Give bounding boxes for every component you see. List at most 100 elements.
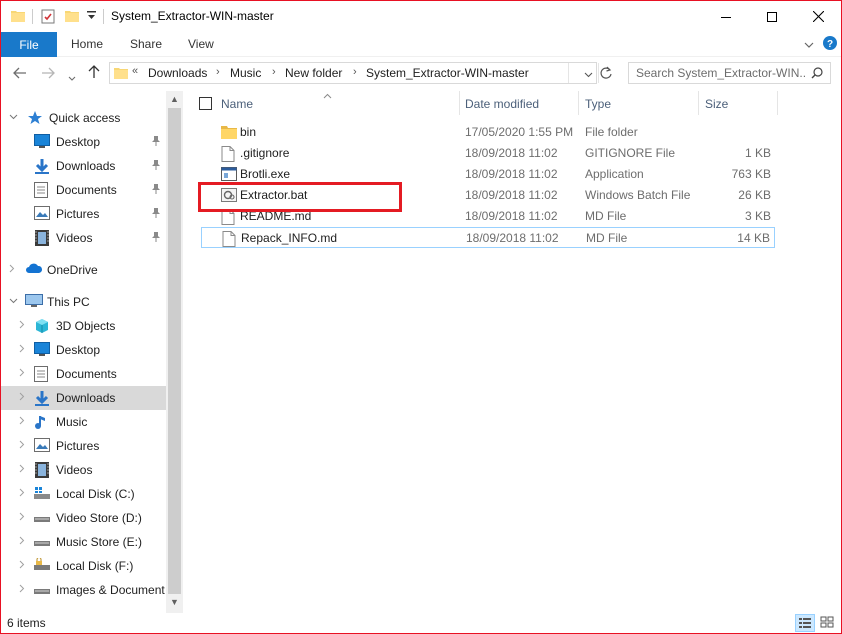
file-type: GITIGNORE File xyxy=(585,146,676,160)
chevron-right-icon[interactable] xyxy=(19,440,25,452)
chevron-right-icon[interactable] xyxy=(19,584,25,596)
search-icon[interactable] xyxy=(811,67,823,82)
sidebar-item-onedrive[interactable]: OneDrive xyxy=(1,258,166,282)
column-header-name[interactable]: Name xyxy=(221,97,253,111)
chevron-right-icon[interactable] xyxy=(19,320,25,332)
chevron-right-icon[interactable] xyxy=(19,368,25,380)
scroll-down-icon[interactable]: ▼ xyxy=(170,597,179,607)
sidebar-item-pc-downloads[interactable]: Downloads xyxy=(1,386,166,410)
chevron-down-icon[interactable] xyxy=(9,296,18,307)
chevron-right-icon[interactable] xyxy=(19,344,25,356)
chevron-right-icon[interactable] xyxy=(19,560,25,572)
file-row[interactable]: bin 17/05/2020 1:55 PM File folder xyxy=(201,122,775,143)
pin-icon xyxy=(151,135,161,149)
chevron-right-icon[interactable] xyxy=(19,512,25,524)
pictures-icon xyxy=(34,438,50,454)
chevron-right-icon[interactable] xyxy=(19,488,25,500)
minimize-button[interactable] xyxy=(703,1,749,32)
file-type: MD File xyxy=(585,209,627,223)
sidebar-item-pc-documents[interactable]: Documents xyxy=(1,362,166,386)
sidebar-item-pc-music[interactable]: Music xyxy=(1,410,166,434)
select-all-checkbox[interactable] xyxy=(199,97,212,110)
column-header-type[interactable]: Type xyxy=(585,97,611,111)
file-size: 1 KB xyxy=(744,146,771,160)
sidebar-item-pc-music-store-e[interactable]: Music Store (E:) xyxy=(1,530,166,554)
properties-icon[interactable] xyxy=(41,9,55,27)
sidebar-item-pc-images-documents[interactable]: Images & Document xyxy=(1,578,166,602)
sidebar-item-pc-3d-objects[interactable]: 3D Objects xyxy=(1,314,166,338)
address-bar[interactable]: « Downloads › Music › New folder › Syste… xyxy=(109,62,599,84)
tab-home[interactable]: Home xyxy=(71,37,103,51)
breadcrumb-music[interactable]: Music xyxy=(230,66,261,80)
tab-file[interactable]: File xyxy=(1,32,57,57)
nav-label: Desktop xyxy=(56,343,101,357)
sidebar-item-qa-pictures[interactable]: Pictures xyxy=(1,202,166,226)
expand-ribbon-icon[interactable] xyxy=(804,38,814,52)
annotation-highlight-box xyxy=(198,182,402,212)
chevron-right-icon[interactable] xyxy=(19,392,25,404)
forward-button[interactable] xyxy=(41,66,55,82)
sidebar-item-qa-documents[interactable]: Documents xyxy=(1,178,166,202)
videos-icon xyxy=(34,462,50,478)
tab-view[interactable]: View xyxy=(188,37,214,51)
file-name: Brotli.exe xyxy=(240,167,291,181)
sidebar-item-qa-downloads[interactable]: Downloads xyxy=(1,154,166,178)
address-dropdown-button[interactable] xyxy=(584,67,593,81)
chevron-right-icon[interactable] xyxy=(19,416,25,428)
sidebar-item-pc-local-disk-c[interactable]: Local Disk (C:) xyxy=(1,482,166,506)
sidebar-item-qa-videos[interactable]: Videos xyxy=(1,226,166,250)
breadcrumb-downloads[interactable]: Downloads xyxy=(148,66,207,80)
chevron-right-icon[interactable] xyxy=(9,264,15,276)
sidebar-item-quick-access[interactable]: Quick access xyxy=(1,106,166,130)
column-header-size[interactable]: Size xyxy=(705,97,728,111)
3d-objects-icon xyxy=(34,318,50,334)
large-icons-view-icon xyxy=(820,616,834,628)
help-icon[interactable]: ? xyxy=(823,36,837,53)
large-icons-view-button[interactable] xyxy=(818,614,838,632)
sidebar-item-pc-videos[interactable]: Videos xyxy=(1,458,166,482)
chevron-right-icon[interactable] xyxy=(19,464,25,476)
file-row[interactable]: .gitignore 18/09/2018 11:02 GITIGNORE File… xyxy=(201,143,775,164)
refresh-button[interactable] xyxy=(599,66,613,83)
documents-icon xyxy=(34,366,50,382)
sidebar-item-pc-video-store-d[interactable]: Video Store (D:) xyxy=(1,506,166,530)
sidebar-item-this-pc[interactable]: This PC xyxy=(1,290,166,314)
file-name: bin xyxy=(240,125,257,139)
scroll-up-icon[interactable]: ▲ xyxy=(170,94,179,104)
maximize-button[interactable] xyxy=(749,1,795,32)
new-folder-icon[interactable] xyxy=(65,9,79,26)
navigation-scrollbar[interactable]: ▲ ▼ xyxy=(166,91,183,613)
column-header-date-modified[interactable]: Date modified xyxy=(465,97,539,111)
breadcrumb-separator-icon: › xyxy=(353,66,357,78)
breadcrumb-separator-icon: › xyxy=(272,66,276,78)
sidebar-item-pc-pictures[interactable]: Pictures xyxy=(1,434,166,458)
chevron-right-icon[interactable] xyxy=(19,536,25,548)
recent-locations-button[interactable] xyxy=(68,69,76,85)
scroll-thumb[interactable] xyxy=(168,108,181,594)
chevron-down-icon[interactable] xyxy=(9,112,18,123)
file-date-modified: 18/09/2018 11:02 xyxy=(466,231,559,245)
close-icon xyxy=(812,11,824,22)
up-arrow-icon xyxy=(88,65,100,78)
search-input[interactable]: Search System_Extractor-WIN... xyxy=(628,62,831,84)
chevron-down-icon xyxy=(584,72,593,78)
sidebar-item-qa-desktop[interactable]: Desktop xyxy=(1,130,166,154)
chevron-down-icon xyxy=(68,76,76,81)
customize-toolbar-icon[interactable] xyxy=(87,10,96,24)
details-view-button[interactable] xyxy=(795,614,815,632)
back-button[interactable] xyxy=(13,66,27,82)
sidebar-item-pc-desktop[interactable]: Desktop xyxy=(1,338,166,362)
folder-icon xyxy=(114,66,128,83)
music-icon xyxy=(34,414,50,430)
sidebar-item-pc-local-disk-f[interactable]: Local Disk (F:) xyxy=(1,554,166,578)
tab-share[interactable]: Share xyxy=(130,37,162,51)
details-view-icon xyxy=(799,618,811,628)
videos-icon xyxy=(34,230,50,246)
breadcrumb-new-folder[interactable]: New folder xyxy=(285,66,342,80)
breadcrumb-overflow[interactable]: « xyxy=(132,65,138,77)
close-button[interactable] xyxy=(795,1,841,32)
nav-label: Downloads xyxy=(56,159,116,173)
file-row[interactable]: Repack_INFO.md 18/09/2018 11:02 MD File 14 … xyxy=(201,227,775,248)
breadcrumb-current-folder[interactable]: System_Extractor-WIN-master xyxy=(366,66,529,80)
up-button[interactable] xyxy=(88,65,100,82)
